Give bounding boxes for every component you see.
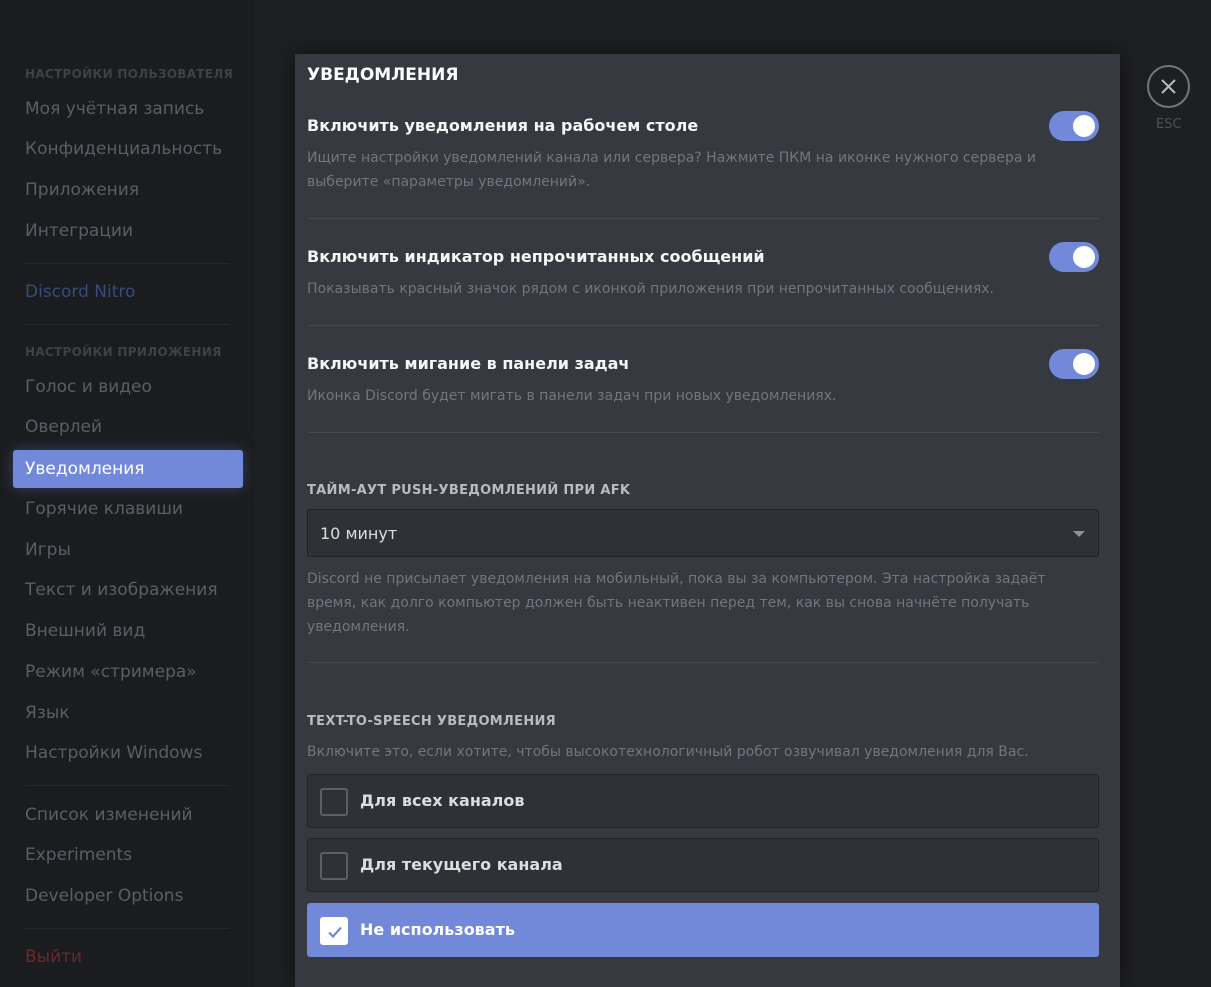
checkbox [320,852,348,880]
tts-desc: Включите это, если хотите, чтобы высокот… [307,744,1029,760]
sidebar-item-developer-options[interactable]: Developer Options [25,886,183,906]
notifications-panel: Уведомления Включить уведомления на рабо… [295,54,1120,987]
option-taskbar-flash-desc: Иконка Discord будет мигать в панели зад… [307,388,837,404]
sidebar-header-app-settings: Настройки приложения [25,345,222,359]
sidebar-item-my-account[interactable]: Моя учётная запись [25,99,204,119]
toggle-knob [1073,246,1095,268]
option-unread-badge-desc: Показывать красный значок рядом с иконко… [307,281,994,297]
sidebar-item-nitro[interactable]: Discord Nitro [25,282,135,302]
toggle-knob [1073,353,1095,375]
close-icon [1161,79,1176,94]
sidebar-divider [25,324,230,325]
tts-option-label: Для текущего канала [360,855,563,874]
sidebar-item-logout[interactable]: Выйти [25,947,82,967]
sidebar-item-appearance[interactable]: Внешний вид [25,621,145,641]
sidebar-item-experiments[interactable]: Experiments [25,845,132,865]
sidebar-item-authorized-apps[interactable]: Приложения [25,180,139,200]
sidebar-item-games[interactable]: Игры [25,540,71,560]
option-desktop-notifications-desc: Ищите настройки уведомлений канала или с… [307,150,1036,190]
option-desktop-notifications-title: Включить уведомления на рабочем столе [307,116,699,135]
sidebar-item-streamer-mode[interactable]: Режим «стримера» [25,662,197,682]
divider [307,432,1099,433]
tts-option-label: Для всех каналов [360,791,525,810]
tts-option-label: Не использовать [360,920,515,939]
afk-timeout-desc: Discord не присылает уведомления на моби… [307,571,1046,635]
page-title: Уведомления [307,65,459,85]
option-taskbar-flash-title: Включить мигание в панели задач [307,354,630,373]
sidebar-item-overlay[interactable]: Оверлей [25,417,102,437]
sidebar-item-notifications[interactable]: Уведомления [13,450,243,488]
desktop-notifications-toggle[interactable] [1049,111,1099,141]
chevron-down-icon [1073,531,1085,537]
divider [307,218,1099,219]
sidebar-item-changelog[interactable]: Список изменений [25,805,193,825]
settings-sidebar: Настройки пользователя Моя учётная запис… [0,0,255,987]
taskbar-flash-toggle[interactable] [1049,349,1099,379]
esc-label: ESC [1156,117,1182,132]
checkmark-icon [328,926,342,939]
unread-badge-toggle[interactable] [1049,242,1099,272]
tts-option-current-channel[interactable]: Для текущего канала [307,838,1099,892]
checkbox-checked [320,917,348,945]
sidebar-item-voice-video[interactable]: Голос и видео [25,377,152,397]
afk-timeout-select[interactable]: 10 минут [307,509,1099,557]
sidebar-item-windows-settings[interactable]: Настройки Windows [25,743,202,763]
toggle-knob [1073,115,1095,137]
sidebar-item-connections[interactable]: Интеграции [25,221,133,241]
sidebar-item-keybinds[interactable]: Горячие клавиши [25,499,183,519]
afk-timeout-label: Тайм-аут push-уведомлений при AFK [307,483,631,498]
sidebar-divider [25,263,230,264]
sidebar-divider [25,785,230,786]
tts-option-all-channels[interactable]: Для всех каналов [307,774,1099,828]
close-button[interactable] [1147,65,1190,108]
sidebar-item-label: Уведомления [25,459,145,479]
option-unread-badge-title: Включить индикатор непрочитанных сообщен… [307,247,765,266]
sidebar-divider [25,928,230,929]
sidebar-header-user-settings: Настройки пользователя [25,67,234,81]
tts-label: Text-to-Speech уведомления [307,714,556,729]
afk-timeout-value: 10 минут [320,524,398,543]
divider [307,662,1099,663]
checkbox [320,788,348,816]
sidebar-item-language[interactable]: Язык [25,703,70,723]
sidebar-item-text-images[interactable]: Текст и изображения [25,580,218,600]
divider [307,325,1099,326]
sidebar-item-privacy[interactable]: Конфиденциальность [25,139,222,159]
tts-option-never[interactable]: Не использовать [307,903,1099,957]
